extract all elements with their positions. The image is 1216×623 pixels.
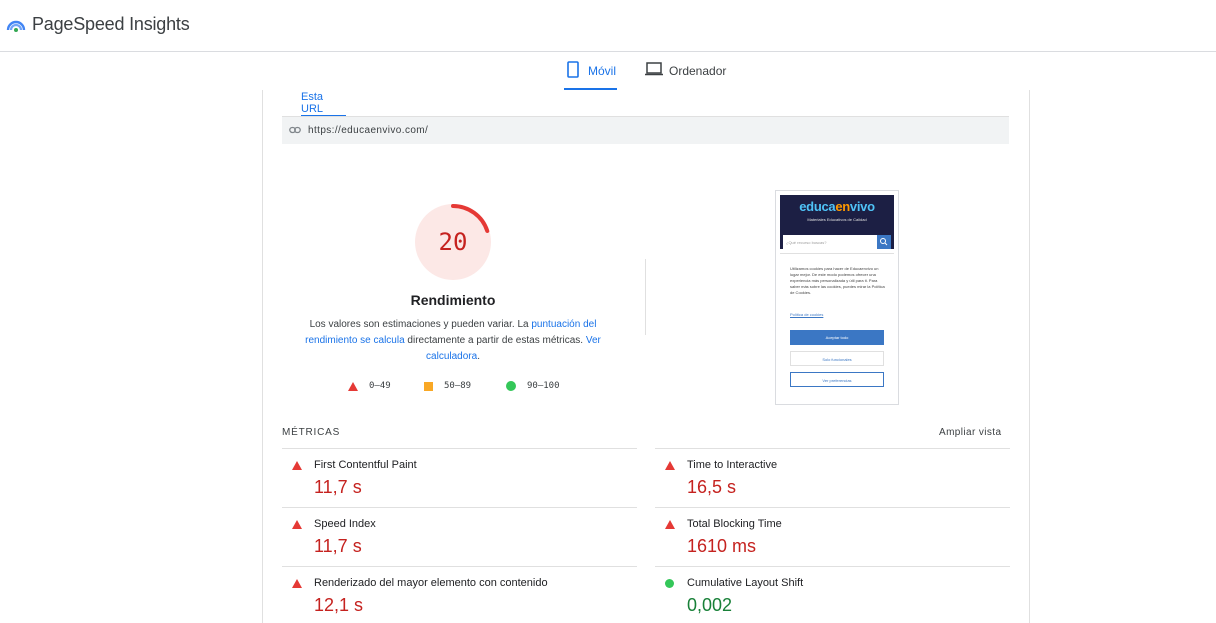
- tab-mobile-label: Móvil: [588, 64, 617, 78]
- legend-item-average: 50–89: [424, 381, 471, 391]
- analyzed-url[interactable]: https://educaenvivo.com/: [308, 125, 428, 136]
- legend-item-pass: 90–100: [506, 381, 560, 391]
- fail-triangle-icon: [665, 520, 675, 529]
- site-header: educaenvivo Materiales Educativos de Cal…: [780, 195, 894, 249]
- metric-cumulative-layout-shift: Cumulative Layout Shift 0,002: [655, 566, 1010, 623]
- fail-triangle-icon: [665, 461, 675, 470]
- pagespeed-logo-icon[interactable]: [6, 16, 26, 34]
- phone-icon: [564, 60, 582, 78]
- metric-value: 11,7 s: [314, 536, 362, 556]
- metric-time-to-interactive: Time to Interactive 16,5 s: [655, 448, 1010, 507]
- metric-value: 11,7 s: [314, 477, 362, 497]
- legend-average-label: 50–89: [444, 381, 472, 391]
- performance-description: Los valores son estimaciones y pueden va…: [303, 317, 603, 365]
- tab-desktop[interactable]: Ordenador: [645, 60, 735, 90]
- metric-label: First Contentful Paint: [314, 459, 417, 471]
- site-search-button: [877, 235, 891, 249]
- metric-label: Renderizado del mayor elemento con conte…: [314, 577, 548, 589]
- metric-first-contentful-paint: First Contentful Paint 11,7 s: [282, 448, 637, 507]
- fail-triangle-icon: [348, 381, 358, 391]
- site-logo-part2: en: [835, 199, 850, 214]
- link-icon: [289, 126, 301, 134]
- cookie-text: Utilizamos cookies para hacer de Educaen…: [790, 266, 885, 295]
- metric-label: Total Blocking Time: [687, 518, 782, 530]
- cookie-accept-button: Aceptar todo: [790, 330, 884, 345]
- metric-label: Cumulative Layout Shift: [687, 577, 804, 589]
- desc-suffix: .: [477, 351, 480, 362]
- expand-view-toggle[interactable]: Ampliar vista: [939, 427, 1001, 438]
- metric-speed-index: Speed Index 11,7 s: [282, 507, 637, 566]
- average-square-icon: [424, 381, 433, 391]
- metric-total-blocking-time: Total Blocking Time 1610 ms: [655, 507, 1010, 566]
- site-logo-part1: educa: [799, 199, 836, 214]
- cookie-policy-link: Política de cookies: [790, 312, 824, 317]
- score-legend: 0–49 50–89 90–100: [348, 381, 588, 395]
- fail-triangle-icon: [292, 520, 302, 529]
- metric-value: 12,1 s: [314, 595, 364, 615]
- site-logo: educaenvivo: [780, 199, 894, 214]
- cookie-preferences-button: Ver preferencias: [790, 372, 884, 387]
- metric-value: 1610 ms: [687, 536, 757, 556]
- metrics-heading: MÉTRICAS: [282, 427, 341, 438]
- pass-circle-icon: [665, 579, 674, 588]
- top-bar: PageSpeed Insights: [0, 0, 1216, 52]
- app-title[interactable]: PageSpeed Insights: [32, 14, 190, 35]
- page-screenshot-thumbnail[interactable]: educaenvivo Materiales Educativos de Cal…: [775, 190, 899, 405]
- fail-triangle-icon: [292, 461, 302, 470]
- fail-triangle-icon: [292, 579, 302, 588]
- tab-mobile[interactable]: Móvil: [564, 60, 617, 90]
- legend-fail-label: 0–49: [369, 381, 391, 391]
- metric-value: 16,5 s: [687, 477, 737, 497]
- url-bar: https://educaenvivo.com/: [282, 116, 1009, 144]
- legend-item-fail: 0–49: [348, 381, 391, 391]
- desc-prefix: Los valores son estimaciones y pueden va…: [309, 319, 532, 330]
- site-search-box: ¿Qué recurso buscas?: [783, 235, 877, 249]
- cookie-functional-button: Solo funcionales: [790, 351, 884, 366]
- desc-middle: directamente a partir de estas métricas.: [404, 335, 586, 346]
- site-tagline: Materiales Educativos de Calidad: [807, 217, 867, 222]
- search-icon: [880, 238, 888, 246]
- metric-value: 0,002: [687, 595, 733, 615]
- laptop-icon: [645, 60, 663, 78]
- site-logo-part3: vivo: [849, 199, 875, 214]
- metric-label: Speed Index: [314, 518, 376, 530]
- tab-this-url[interactable]: Esta URL: [301, 90, 346, 117]
- legend-pass-label: 90–100: [527, 381, 560, 391]
- performance-title: Rendimiento: [410, 292, 496, 308]
- cookie-banner: Utilizamos cookies para hacer de Educaen…: [780, 253, 894, 401]
- metric-label: Time to Interactive: [687, 459, 778, 471]
- tab-desktop-label: Ordenador: [669, 64, 727, 78]
- metric-largest-contentful-paint: Renderizado del mayor elemento con conte…: [282, 566, 637, 623]
- vertical-divider: [645, 259, 646, 335]
- performance-score: 20: [438, 228, 468, 256]
- pass-circle-icon: [506, 381, 516, 391]
